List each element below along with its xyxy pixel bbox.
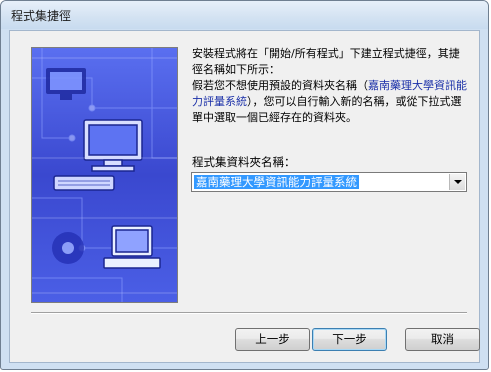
next-button[interactable]: 下一步 — [312, 328, 387, 351]
next-button-label: 下一步 — [332, 332, 367, 346]
setup-banner-image — [31, 47, 178, 303]
cancel-button[interactable]: 取消 — [405, 328, 480, 351]
instruction-highlight-b: 力評量系統 — [192, 95, 247, 108]
folder-name-combobox[interactable]: 嘉南藥理大學資訊能力評量系統 — [191, 172, 467, 192]
instruction-line-2: 徑名稱如下所示： — [192, 63, 280, 76]
instruction-highlight-a: 嘉南藥理大學資訊能 — [368, 79, 467, 92]
title-bar[interactable]: 程式集捷徑 — [1, 1, 488, 29]
window-title: 程式集捷徑 — [11, 9, 72, 23]
cancel-button-label: 取消 — [431, 332, 454, 346]
button-separator — [31, 312, 467, 314]
back-button[interactable]: 上一步 — [235, 328, 310, 351]
folder-name-label: 程式集資料夾名稱： — [192, 155, 296, 169]
instruction-line-1: 安裝程式將在「開始/所有程式」下建立程式捷徑，其捷 — [192, 47, 460, 60]
dialog-client-area: 安裝程式將在「開始/所有程式」下建立程式捷徑，其捷 徑名稱如下所示： 假若您不想… — [9, 30, 480, 363]
back-button-label: 上一步 — [255, 332, 290, 346]
chevron-down-icon — [454, 180, 462, 184]
setup-dialog-window: 程式集捷徑 安裝程式將在「開始/所有程式」下建立程式捷徑，其捷 徑名稱如下所示：… — [0, 0, 489, 370]
instruction-line-5: 單中選取一個已經存在的資料夾。 — [192, 111, 357, 124]
instruction-text: 安裝程式將在「開始/所有程式」下建立程式捷徑，其捷 徑名稱如下所示： 假若您不想… — [192, 46, 472, 126]
folder-name-value[interactable]: 嘉南藥理大學資訊能力評量系統 — [194, 175, 359, 189]
instruction-line-3: 假若您不想使用預設的資料夾名稱（ — [192, 79, 368, 92]
dropdown-button[interactable] — [449, 174, 465, 190]
computer-collage-image — [32, 48, 177, 302]
instruction-line-4: ），您可以自行輸入新的名稱，或從下拉式選 — [247, 95, 462, 108]
